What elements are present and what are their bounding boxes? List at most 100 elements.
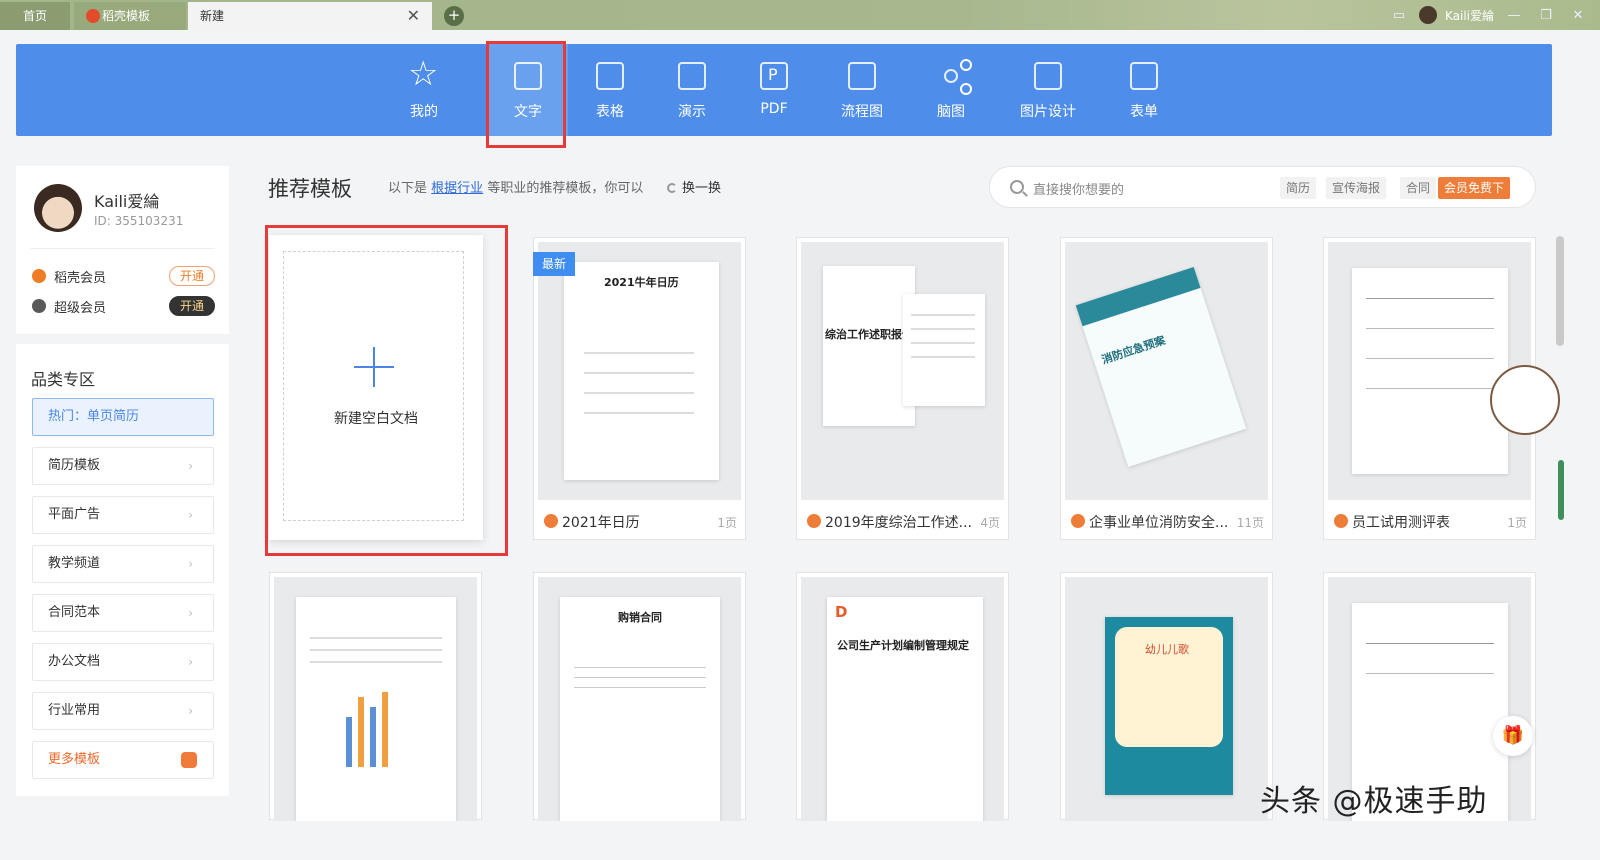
category-form[interactable]: 表单 [1104,44,1184,136]
category-image-design[interactable]: 图片设计 [1008,44,1088,136]
category-label: 图片设计 [1020,104,1076,120]
category-item-more[interactable]: 更多模板 [32,741,214,779]
preview-line [584,352,694,354]
category-spreadsheet[interactable]: 表格 [570,44,650,136]
preview-line [1366,388,1494,389]
template-pages: 1页 [717,516,737,530]
chevron-right-icon: › [188,557,193,571]
category-item-office[interactable]: 办公文档 › [32,643,214,681]
template-meta: 企事业单位消防安全... 11页 [1061,504,1272,540]
mascot-icon[interactable] [1490,365,1560,435]
chevron-right-icon: › [188,704,193,718]
preview-line [310,649,442,651]
window-controls: ▭ Kaili爱綸 — ❐ ✕ [1387,4,1590,26]
category-item-teaching[interactable]: 教学频道 › [32,545,214,583]
template-search: 直接搜你想要的 简历 宣传海报 合同 会员免费下 [989,166,1536,208]
report-cover-preview: 综治工作述职报告 [823,266,915,426]
preview-line [1366,358,1494,359]
category-presentation[interactable]: 演示 [652,44,732,136]
preview-title: 综治工作述职报告 [825,328,913,341]
tab-home[interactable]: 首页 [0,2,70,30]
open-docer-member-button[interactable]: 开通 [169,266,215,286]
contract-preview: 购销合同 [560,597,720,821]
form-icon [1130,62,1158,90]
vip-free-download-button[interactable]: 会员免费下 [1438,177,1511,199]
category-pdf[interactable]: PDF [734,44,814,136]
avatar[interactable] [34,184,82,232]
new-badge: 最新 [533,252,575,276]
template-card[interactable] [269,572,482,821]
category-item-label: 简历模板 [48,458,101,473]
swap-label: 换一换 [682,181,722,196]
template-card[interactable]: 2021牛年日历 2021年日历 1页 [533,237,746,540]
tab-new[interactable]: 新建 ✕ [188,2,432,30]
user-name: Kaili爱綸 [94,192,160,211]
titlebar-username[interactable]: Kaili爱綸 [1445,7,1494,24]
template-card[interactable]: 幼儿儿歌 [1060,572,1273,821]
add-tab-button[interactable]: + [444,6,464,26]
gift-icon[interactable]: 🎁 [1493,716,1533,756]
template-card[interactable]: D 公司生产计划编制管理规定 [796,572,1009,821]
tab-docer-templates[interactable]: 稻壳模板 [74,2,186,30]
docer-icon [807,514,821,528]
chart-bar [382,692,388,767]
report-page-preview [903,294,985,406]
preview-line [1366,298,1494,299]
category-mindmap[interactable]: 脑图 [911,44,991,136]
category-item-label: 行业常用 [48,703,101,718]
preview-line [1366,643,1494,644]
calendar-preview: 2021牛年日历 [564,262,719,480]
category-zone: 品类专区 热门：单页简历 简历模板 › 平面广告 › 教学频道 › 合同范本 › 办公文… [16,344,229,796]
search-icon[interactable] [1010,180,1024,194]
star-icon [408,54,438,94]
category-item-print-ads[interactable]: 平面广告 › [32,496,214,534]
open-super-member-button[interactable]: 开通 [169,296,215,316]
chart-bar [358,697,364,767]
category-label: PDF [760,101,788,117]
chevron-right-icon: › [188,606,193,620]
template-card[interactable]: 综治工作述职报告 2019年度综治工作述... 4页 [796,237,1009,540]
category-flowchart[interactable]: 流程图 [822,44,902,136]
preview-title: 2021牛年日历 [604,276,679,289]
category-item-label: 平面广告 [48,507,101,522]
category-item-industry[interactable]: 行业常用 › [32,692,214,730]
template-name: 企事业单位消防安全... [1089,515,1229,531]
restore-icon[interactable]: ❐ [1534,8,1558,23]
template-thumbnail: 2021牛年日历 [538,242,741,500]
regulation-preview: D 公司生产计划编制管理规定 [827,597,983,821]
image-design-icon [1034,62,1062,90]
search-tag-contract[interactable]: 合同 [1400,177,1437,199]
category-item-resume[interactable]: 简历模板 › [32,447,214,485]
docer-icon [1334,514,1348,528]
minimize-icon[interactable]: — [1502,8,1526,23]
docer-icon [1071,514,1085,528]
category-item-contracts[interactable]: 合同范本 › [32,594,214,632]
tab-label: 新建 [200,9,225,23]
category-mine[interactable]: 我的 [384,44,464,136]
scrollbar-thumb[interactable] [1556,236,1564,346]
category-item-hot[interactable]: 热门：单页简历 [32,398,214,436]
close-window-icon[interactable]: ✕ [1566,8,1590,23]
template-meta: 2019年度综治工作述... 4页 [797,504,1008,540]
template-card[interactable]: 购销合同 [533,572,746,821]
flowchart-icon [848,62,876,90]
search-tag-resume[interactable]: 简历 [1280,177,1317,199]
super-member-icon [32,299,46,313]
template-card[interactable]: 消防应急预案 企事业单位消防安全... 11页 [1060,237,1273,540]
desc-suffix: 等职业的推荐模板，你可以 [487,181,644,196]
category-label: 流程图 [841,104,883,120]
close-icon[interactable]: ✕ [407,2,420,30]
industry-link[interactable]: 根据行业 [431,181,483,196]
search-input[interactable]: 直接搜你想要的 [1033,179,1124,198]
membership-label: 稻壳会员 [54,270,107,286]
category-item-label: 更多模板 [48,752,101,767]
chevron-right-icon: › [188,459,193,473]
divider [30,248,215,249]
user-avatar-small[interactable] [1418,6,1437,24]
template-thumbnail [274,577,477,821]
scroll-indicator[interactable] [1558,460,1564,520]
skin-icon[interactable]: ▭ [1387,8,1411,23]
swap-button[interactable]: 换一换 [667,177,721,196]
template-meta: 员工试用测评表 1页 [1324,504,1535,540]
search-tag-poster[interactable]: 宣传海报 [1326,177,1387,199]
